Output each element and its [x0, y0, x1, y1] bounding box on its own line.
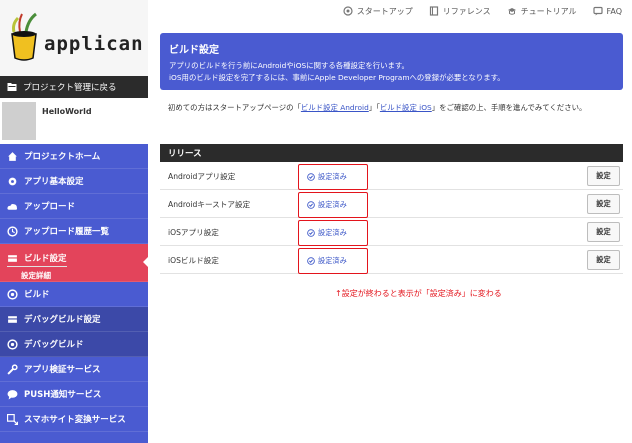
sidebar-item-build[interactable]: ビルド	[0, 282, 148, 307]
folder-icon	[7, 83, 17, 91]
ios-build-settings-link[interactable]: ビルド設定 iOS	[380, 103, 432, 112]
release-section-header: リリース	[160, 144, 623, 162]
back-to-projects-button[interactable]: プロジェクト管理に戻る	[0, 76, 148, 98]
intro-post: 」をご確認の上、手順を進んでみてください。	[431, 103, 587, 112]
faq-link[interactable]: FAQ	[592, 6, 623, 16]
sidebar-item-label: PUSH通知サービス	[24, 390, 102, 400]
row-label: Androidキーストア設定	[168, 200, 251, 209]
settings-button[interactable]: 設定	[587, 194, 620, 214]
settings-icon	[7, 176, 18, 187]
faq-link-label: FAQ	[606, 6, 623, 16]
intro-mid: 」「	[368, 103, 380, 112]
reference-link-label: リファレンス	[442, 6, 491, 16]
check-circle-icon	[307, 257, 315, 265]
intro-pre: 初めての方はスタートアップページの「	[168, 103, 301, 112]
startup-link[interactable]: スタートアップ	[343, 6, 413, 17]
sidebar-item-debug-build-settings[interactable]: デバッグビルド設定	[0, 307, 148, 332]
sidebar-item-push-notification[interactable]: PUSH通知サービス	[0, 382, 148, 407]
list-item: iOSビルド設定 設定済み 設定	[160, 246, 623, 274]
sidebar-item-label: デバッグビルド	[24, 340, 84, 350]
history-icon	[7, 225, 18, 237]
status-badge: 設定済み	[298, 192, 368, 218]
check-circle-icon	[307, 173, 315, 181]
check-circle-icon	[307, 229, 315, 237]
sidebar-item-smartphone-conversion[interactable]: スマホサイト変換サービス	[0, 407, 148, 432]
tutorial-link[interactable]: チュートリアル	[507, 6, 577, 17]
list-item: iOSアプリ設定 設定済み 設定	[160, 218, 623, 246]
wrench-icon	[7, 363, 18, 375]
sidebar-item-label: ビルド設定	[24, 254, 67, 264]
status-badge: 設定済み	[298, 220, 368, 246]
sidebar-item-label: アプリ検証サービス	[24, 365, 101, 375]
sidebar-nav: プロジェクトホーム アプリ基本設定 アップロード アップロード履歴一覧 ビルド設…	[0, 144, 149, 432]
intro-text: 初めての方はスタートアップページの「ビルド設定 Android」「ビルド設定 i…	[168, 102, 618, 113]
reference-link[interactable]: リファレンス	[429, 6, 491, 17]
settings-button[interactable]: 設定	[587, 222, 620, 242]
annotation-note: ↑設定が終わると表示が「設定済み」に変わる	[335, 289, 502, 298]
sidebar-item-label: プロジェクトホーム	[24, 152, 101, 162]
convert-icon	[7, 413, 18, 425]
row-label: iOSアプリ設定	[168, 228, 219, 237]
debug-build-icon	[7, 338, 18, 350]
debug-settings-icon	[7, 314, 18, 325]
release-settings-list: Androidアプリ設定 設定済み 設定 Androidキーストア設定 設定済み…	[160, 162, 623, 274]
tutorial-icon	[507, 8, 516, 15]
build-settings-icon	[7, 253, 18, 264]
status-text: 設定済み	[318, 228, 347, 237]
settings-button[interactable]: 設定	[587, 250, 620, 270]
settings-button[interactable]: 設定	[587, 166, 620, 186]
row-label: Androidアプリ設定	[168, 172, 236, 181]
sidebar: applican プロジェクト管理に戻る HelloWorld プロジェクトホー…	[0, 0, 149, 443]
sidebar-item-label: スマホサイト変換サービス	[24, 415, 126, 425]
cloud-upload-icon	[7, 201, 18, 212]
startup-link-label: スタートアップ	[356, 6, 413, 16]
back-label: プロジェクト管理に戻る	[23, 83, 117, 93]
sidebar-item-label: アプリ基本設定	[24, 177, 84, 187]
sidebar-item-app-settings[interactable]: アプリ基本設定	[0, 169, 148, 194]
status-text: 設定済み	[318, 200, 347, 209]
status-text: 設定済み	[318, 256, 347, 265]
logo-text: applican	[44, 33, 144, 55]
applican-logo-icon	[11, 12, 37, 61]
build-icon	[7, 288, 18, 300]
project-thumbnail	[2, 102, 36, 140]
faq-icon	[592, 6, 603, 16]
sidebar-item-label: アップロード履歴一覧	[24, 227, 110, 237]
sidebar-item-label: デバッグビルド設定	[24, 315, 101, 325]
tutorial-link-label: チュートリアル	[520, 6, 577, 16]
build-settings-header: ビルド設定 アプリのビルドを行う前にAndroidやiOSに関する各種設定を行い…	[160, 33, 623, 90]
sidebar-item-label: ビルド	[24, 290, 50, 300]
logo-area: applican	[0, 0, 148, 76]
home-icon	[7, 151, 18, 162]
sidebar-item-upload[interactable]: アップロード	[0, 194, 148, 219]
header-line-1: アプリのビルドを行う前にAndroidやiOSに関する各種設定を行います。	[169, 61, 409, 70]
check-circle-icon	[307, 201, 315, 209]
status-badge: 設定済み	[298, 164, 368, 190]
list-item: Androidキーストア設定 設定済み 設定	[160, 190, 623, 218]
chat-icon	[7, 389, 18, 400]
row-label: iOSビルド設定	[168, 256, 219, 265]
status-badge: 設定済み	[298, 248, 368, 274]
list-item: Androidアプリ設定 設定済み 設定	[160, 162, 623, 190]
sidebar-item-upload-history[interactable]: アップロード履歴一覧	[0, 219, 148, 244]
sidebar-item-app-verification[interactable]: アプリ検証サービス	[0, 357, 148, 382]
project-name: HelloWorld	[42, 107, 92, 116]
android-build-settings-link[interactable]: ビルド設定 Android	[301, 103, 369, 112]
page: applican プロジェクト管理に戻る HelloWorld プロジェクトホー…	[0, 0, 632, 443]
sidebar-item-label: アップロード	[24, 202, 76, 212]
book-icon	[429, 6, 438, 16]
top-links: スタートアップ リファレンス チュートリアル FAQ	[148, 0, 632, 22]
status-text: 設定済み	[318, 172, 347, 181]
sidebar-item-build-settings[interactable]: ビルド設定 設定詳細	[0, 244, 149, 282]
gear-person-icon	[343, 6, 353, 16]
sidebar-item-project-home[interactable]: プロジェクトホーム	[0, 144, 148, 169]
page-title: ビルド設定	[169, 45, 219, 56]
project-card: HelloWorld	[0, 98, 148, 144]
sidebar-subitem-settings-detail[interactable]: 設定詳細	[7, 270, 51, 281]
header-line-2: iOS用のビルド設定を完了するには、事前にApple Developer Pro…	[169, 73, 505, 82]
sidebar-item-debug-build[interactable]: デバッグビルド	[0, 332, 148, 357]
